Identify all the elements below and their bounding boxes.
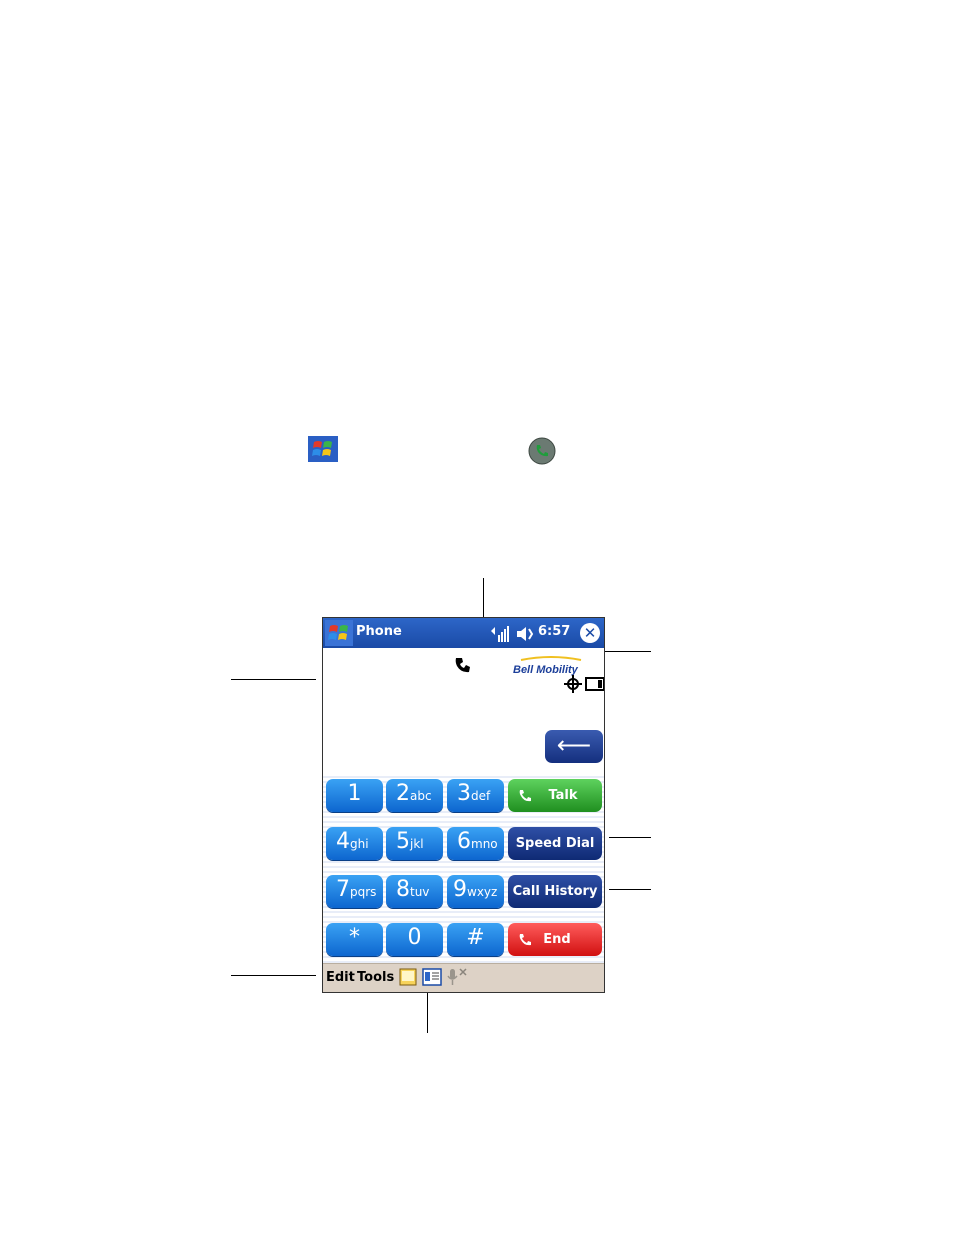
crosshair-icon bbox=[563, 674, 583, 694]
key-5[interactable]: 5jkl bbox=[386, 827, 443, 860]
callout-line-speed-dial bbox=[609, 837, 651, 838]
key-0[interactable]: 0 bbox=[386, 923, 443, 956]
key-digit: * bbox=[349, 925, 360, 950]
key-9[interactable]: 9wxyz bbox=[447, 875, 504, 908]
start-menu-icon[interactable] bbox=[325, 620, 353, 646]
key-letters: ghi bbox=[350, 837, 369, 851]
key-7[interactable]: 7pqrs bbox=[326, 875, 383, 908]
key-4[interactable]: 4ghi bbox=[326, 827, 383, 860]
talk-label: Talk bbox=[548, 788, 578, 803]
phone-handset-icon bbox=[528, 437, 556, 465]
notes-icon[interactable] bbox=[399, 968, 417, 986]
call-history-button[interactable]: Call History bbox=[508, 875, 602, 908]
key-digit: 5 bbox=[396, 829, 410, 854]
key-2[interactable]: 2abc bbox=[386, 779, 443, 812]
key-digit: 9 bbox=[453, 877, 467, 902]
key-digit: # bbox=[466, 925, 485, 950]
callout-line-menu bbox=[231, 975, 316, 976]
speed-dial-button[interactable]: Speed Dial bbox=[508, 827, 602, 860]
key-letters: def bbox=[471, 789, 491, 803]
key-letters: tuv bbox=[410, 885, 430, 899]
call-history-label: Call History bbox=[512, 884, 598, 899]
key-letters: mno bbox=[471, 837, 498, 851]
key-digit: 7 bbox=[336, 877, 350, 902]
backspace-button[interactable]: ⟵ bbox=[545, 730, 603, 763]
signal-strength-icon[interactable] bbox=[490, 625, 512, 643]
clock[interactable]: 6:57 bbox=[538, 624, 570, 639]
key-8[interactable]: 8tuv bbox=[386, 875, 443, 908]
key-pound[interactable]: # bbox=[447, 923, 504, 956]
callout-line-call-history bbox=[609, 889, 651, 890]
key-letters: jkl bbox=[410, 837, 424, 851]
menu-bar: Edit Tools bbox=[323, 963, 604, 992]
talk-button[interactable]: Talk bbox=[508, 779, 602, 812]
key-6[interactable]: 6mno bbox=[447, 827, 504, 860]
key-letters: wxyz bbox=[467, 885, 498, 899]
key-digit: 0 bbox=[407, 925, 422, 950]
key-1[interactable]: 1 bbox=[326, 779, 383, 812]
speaker-muted-icon[interactable] bbox=[515, 625, 535, 643]
key-digit: 3 bbox=[457, 781, 471, 806]
callout-line-icons bbox=[427, 993, 428, 1033]
microphone-off-icon[interactable] bbox=[446, 967, 468, 987]
key-digit: 4 bbox=[336, 829, 350, 854]
windows-start-icon bbox=[308, 436, 338, 462]
callout-line-display bbox=[231, 679, 316, 680]
close-button[interactable]: ✕ bbox=[580, 623, 600, 643]
key-star[interactable]: * bbox=[326, 923, 383, 956]
window-title: Phone bbox=[356, 624, 402, 639]
key-digit: 2 bbox=[396, 781, 410, 806]
title-bar: Phone 6:57 ✕ bbox=[323, 618, 604, 648]
key-digit: 8 bbox=[396, 877, 410, 902]
carrier-logo: Bell Mobility bbox=[511, 656, 604, 676]
roaming-icon bbox=[453, 656, 471, 674]
phone-screen: Phone 6:57 ✕ Bell Mobility ⟵ 1 2abc 3def… bbox=[322, 617, 605, 993]
input-panel-icon[interactable] bbox=[422, 968, 442, 986]
menu-tools[interactable]: Tools bbox=[357, 970, 394, 985]
battery-icon bbox=[585, 676, 604, 691]
key-letters: pqrs bbox=[350, 885, 377, 899]
key-digit: 1 bbox=[347, 781, 362, 806]
end-button[interactable]: End bbox=[508, 923, 602, 956]
dial-keypad: 1 2abc 3def Talk 4ghi 5jkl 6mno Speed Di… bbox=[323, 773, 604, 963]
end-label: End bbox=[543, 932, 571, 947]
key-letters: abc bbox=[410, 789, 432, 803]
speed-dial-label: Speed Dial bbox=[515, 836, 595, 851]
menu-edit[interactable]: Edit bbox=[326, 970, 355, 985]
key-digit: 6 bbox=[457, 829, 471, 854]
callout-line-status bbox=[483, 578, 484, 621]
key-3[interactable]: 3def bbox=[447, 779, 504, 812]
